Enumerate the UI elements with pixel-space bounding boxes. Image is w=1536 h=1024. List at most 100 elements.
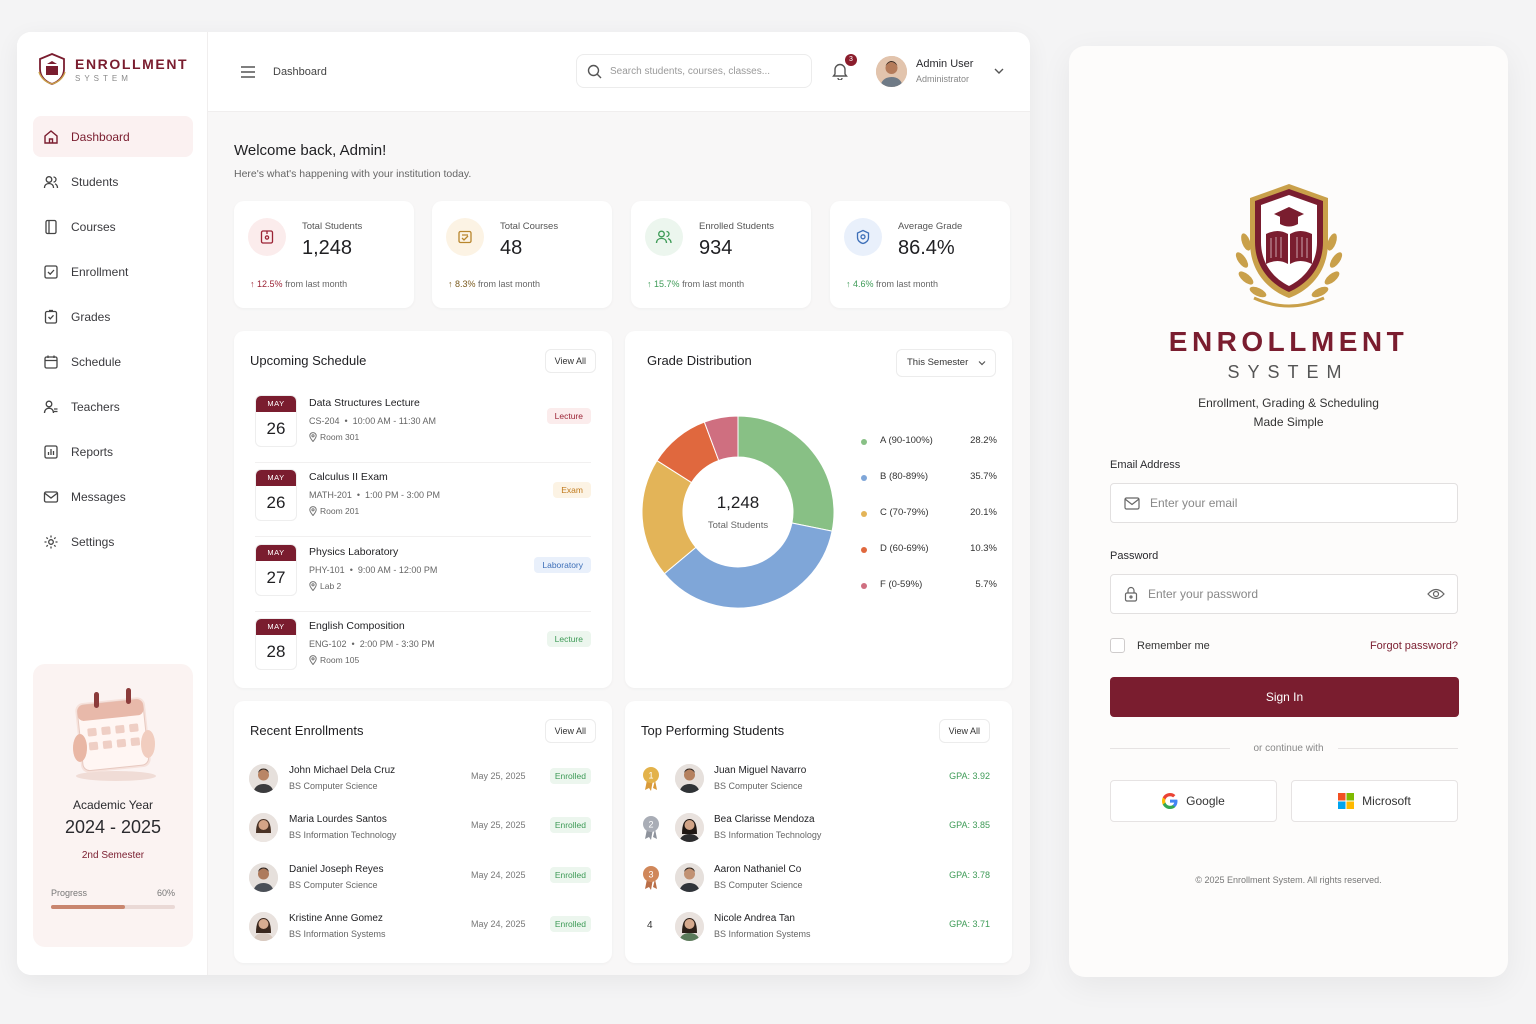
student-avatar-icon [675, 912, 704, 941]
student-name: Daniel Joseph Reyes [289, 864, 384, 875]
sidebar-item-enrollment[interactable]: Enrollment [33, 251, 193, 292]
legend-label: C (70-79%) [880, 507, 929, 518]
crest-logo-icon [38, 53, 66, 85]
stat-trend-value: 8.3% [455, 279, 476, 289]
student-name: Aaron Nathaniel Co [714, 864, 802, 875]
card-title: Top Performing Students [641, 723, 785, 738]
schedule-code: CS-204 [309, 416, 340, 426]
copyright-text: © 2025 Enrollment System. All rights res… [1195, 875, 1382, 885]
donut-slice-1[interactable] [663, 522, 833, 609]
award-badge-icon [856, 229, 870, 245]
rank-number: 4 [647, 920, 653, 931]
top-student-row[interactable]: 4 Nicole Andrea Tan BS Information Syste… [641, 908, 990, 948]
avatar [675, 764, 704, 793]
google-signin-button[interactable]: Google [1110, 780, 1277, 822]
date-month: MAY [256, 545, 296, 561]
remember-checkbox[interactable] [1110, 638, 1125, 653]
sidebar-item-reports[interactable]: Reports [33, 431, 193, 472]
search-icon [587, 64, 602, 78]
legend-label: A (90-100%) [880, 435, 933, 446]
schedule-item[interactable]: MAY 26 Calculus II Exam MATH-201 • 1:00 P… [255, 469, 591, 531]
top-student-row[interactable]: 3 Aaron Nathaniel Co BS Computer Science… [641, 859, 990, 899]
schedule-time: 10:00 AM - 11:30 AM [352, 416, 437, 426]
stat-trend-text: from last month [478, 279, 541, 289]
date-month: MAY [256, 470, 296, 486]
schedule-item[interactable]: MAY 27 Physics Laboratory PHY-101 • 9:00 … [255, 544, 591, 606]
password-field[interactable] [1110, 574, 1458, 614]
microsoft-label: Microsoft [1362, 794, 1411, 808]
book-icon [45, 219, 57, 234]
enrollment-row[interactable]: Maria Lourdes Santos BS Information Tech… [249, 809, 591, 849]
brand-logo[interactable]: ENROLLMENT SYSTEM [37, 52, 188, 86]
search-input[interactable] [610, 65, 790, 77]
schedule-code: ENG-102 [309, 639, 347, 649]
schedule-code: MATH-201 [309, 490, 352, 500]
forgot-password-link[interactable]: Forgot password? [1370, 640, 1458, 652]
schedule-item[interactable]: MAY 26 Data Structures Lecture CS-204 • 1… [255, 395, 591, 457]
sign-in-button[interactable]: Sign In [1110, 677, 1459, 717]
donut-center-label: Total Students [707, 520, 769, 531]
divider [1338, 748, 1458, 749]
eye-icon[interactable] [1427, 587, 1445, 601]
mail-icon [43, 490, 59, 503]
calendar-illustration-icon [73, 688, 156, 781]
legend-value: 5.7% [975, 579, 997, 590]
schedule-title: English Composition [309, 620, 405, 632]
stat-trend-value: 4.6% [853, 279, 874, 289]
top-student-row[interactable]: 2 Bea Clarisse Mendoza BS Information Te… [641, 809, 990, 849]
enrollment-row[interactable]: Daniel Joseph Reyes BS Computer Science … [249, 859, 591, 899]
bell-icon[interactable] [832, 62, 848, 80]
menu-icon[interactable] [240, 65, 256, 79]
microsoft-signin-button[interactable]: Microsoft [1291, 780, 1458, 822]
sidebar-nav: Dashboard Students Courses Enrollment Gr… [33, 116, 193, 566]
email-field[interactable] [1110, 483, 1458, 523]
legend-swatch [861, 439, 867, 445]
schedule-view-all-button[interactable]: View All [544, 349, 596, 373]
stat-card-total-students[interactable]: Total Students 1,248 ↑ 12.5% from last m… [234, 201, 414, 308]
avatar[interactable] [876, 56, 907, 87]
sidebar-item-students[interactable]: Students [33, 161, 193, 202]
chevron-down-icon[interactable] [994, 67, 1004, 75]
email-label: Email Address [1110, 459, 1181, 471]
grade-icon [44, 309, 58, 324]
student-name: Maria Lourdes Santos [289, 814, 387, 825]
top-performers-view-all-button[interactable]: View All [938, 719, 990, 743]
medal-rank: 2 [648, 820, 653, 830]
sidebar-item-teachers[interactable]: Teachers [33, 386, 193, 427]
remember-me[interactable]: Remember me [1110, 638, 1210, 653]
enrollment-row[interactable]: Kristine Anne Gomez BS Information Syste… [249, 908, 591, 948]
silver-medal-icon: 2 [643, 816, 659, 840]
avatar [249, 912, 278, 941]
breadcrumb[interactable]: Dashboard [273, 66, 327, 78]
enrollment-row[interactable]: John Michael Dela Cruz BS Computer Scien… [249, 760, 591, 800]
arrow-up-icon: ↑ [250, 279, 255, 289]
donut-slice-0[interactable] [737, 415, 835, 532]
progress-row: Progress 60% [51, 888, 175, 898]
location-pin-icon [309, 432, 317, 442]
gpa-value: GPA: 3.78 [949, 870, 990, 880]
sidebar-item-messages[interactable]: Messages [33, 476, 193, 517]
semester-select[interactable]: This Semester [896, 349, 996, 377]
date-month: MAY [256, 396, 296, 412]
schedule-item[interactable]: MAY 28 English Composition ENG-102 • 2:00… [255, 618, 591, 680]
stat-trend-text: from last month [682, 279, 745, 289]
stat-card-enrolled-students[interactable]: Enrolled Students 934 ↑ 15.7% from last … [631, 201, 811, 308]
stat-card-total-courses[interactable]: Total Courses 48 ↑ 8.3% from last month [432, 201, 612, 308]
top-student-row[interactable]: 1 Juan Miguel Navarro BS Computer Scienc… [641, 760, 990, 800]
student-avatar-icon [249, 912, 278, 941]
password-input[interactable] [1148, 587, 1408, 601]
sidebar-item-schedule[interactable]: Schedule [33, 341, 193, 382]
donut-center-value: 1,248 [716, 493, 760, 512]
sidebar-item-courses[interactable]: Courses [33, 206, 193, 247]
sidebar-item-grades[interactable]: Grades [33, 296, 193, 337]
stat-value: 934 [699, 237, 733, 259]
stat-label: Average Grade [898, 221, 963, 232]
progress-fill [51, 905, 126, 909]
email-input[interactable] [1150, 496, 1410, 510]
sidebar-item-dashboard[interactable]: Dashboard [33, 116, 193, 157]
card-title: Recent Enrollments [250, 723, 364, 738]
sidebar-item-settings[interactable]: Settings [33, 521, 193, 562]
search-box[interactable] [576, 54, 812, 88]
enrollments-view-all-button[interactable]: View All [544, 719, 596, 743]
stat-card-average-grade[interactable]: Average Grade 86.4% ↑ 4.6% from last mon… [830, 201, 1010, 308]
